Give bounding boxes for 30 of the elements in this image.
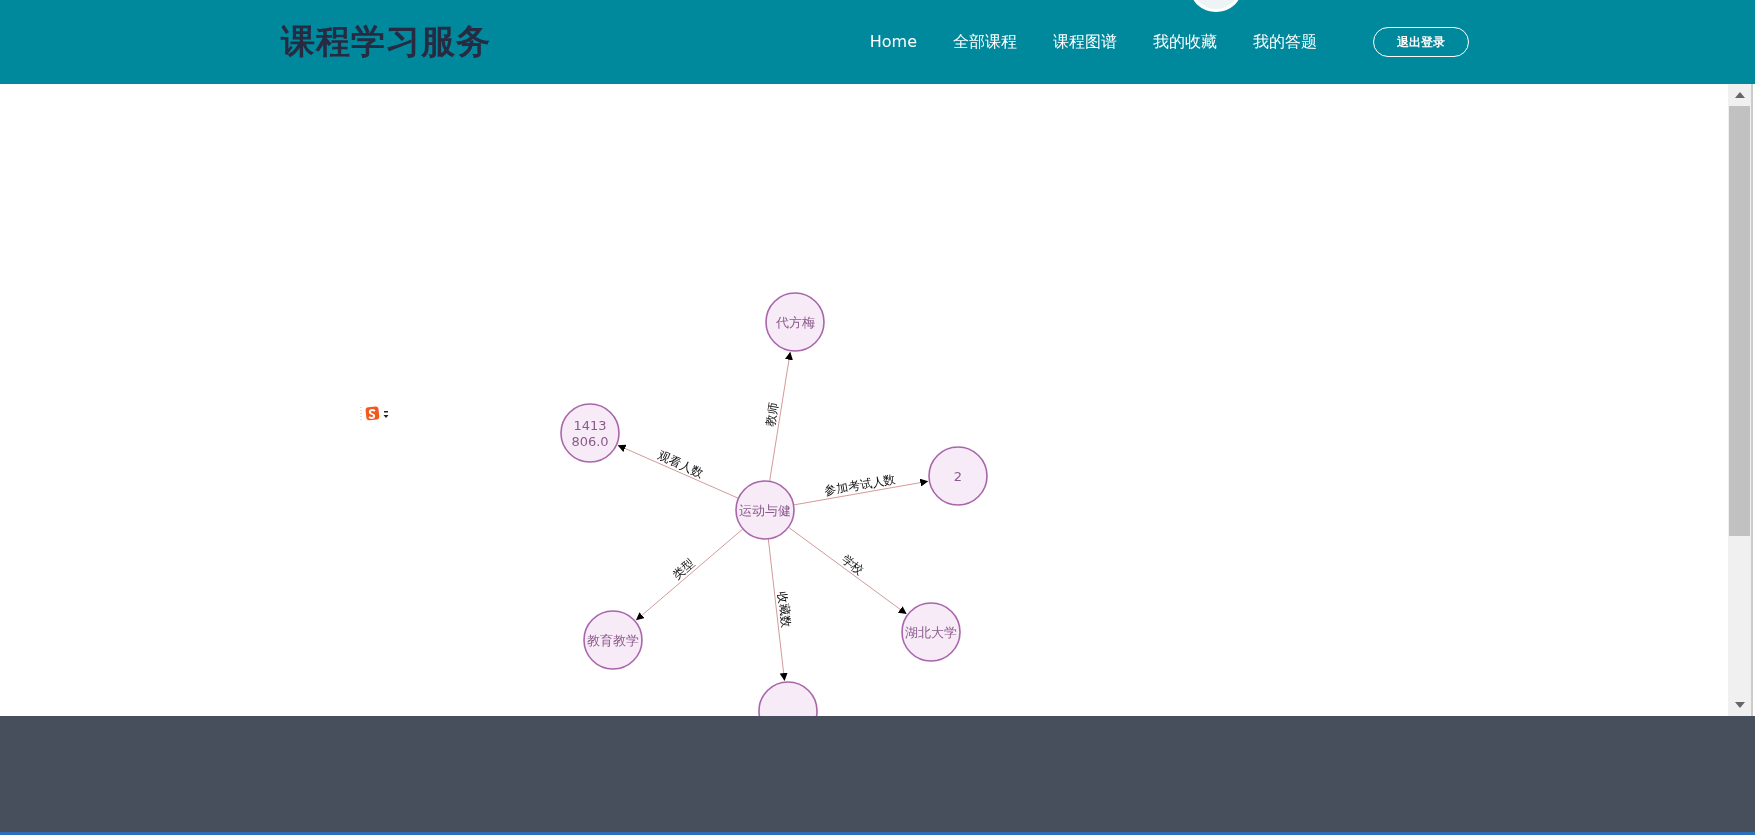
- edge-label: 教师: [763, 401, 781, 428]
- graph-node[interactable]: [583, 610, 643, 670]
- edge-label: 学校: [838, 551, 867, 578]
- input-method-icon[interactable]: [360, 406, 390, 422]
- node-label: 1413 806.0: [571, 418, 609, 449]
- node-label: 2: [953, 469, 963, 484]
- graph-node[interactable]: [901, 602, 961, 662]
- site-title: 课程学习服务: [281, 20, 491, 63]
- graph-node[interactable]: [928, 446, 988, 506]
- graph-node[interactable]: [735, 480, 795, 540]
- scroll-down-icon[interactable]: [1734, 702, 1745, 708]
- scrollbar[interactable]: [1728, 84, 1753, 716]
- graph-node[interactable]: [765, 292, 825, 352]
- scrollbar-thumb[interactable]: [1729, 106, 1750, 536]
- graph-node[interactable]: [560, 403, 620, 463]
- node-label: 教育教学: [587, 633, 639, 648]
- node-label: 运动与健: [739, 503, 791, 518]
- edge-label: 类型: [670, 555, 698, 583]
- node-label: 湖北大学: [905, 625, 957, 640]
- edge-label: 参加考试人数: [823, 472, 897, 499]
- nav-link[interactable]: Home: [869, 29, 917, 55]
- nav-link[interactable]: 我的收藏: [1153, 29, 1217, 55]
- nav-link[interactable]: 课程图谱: [1053, 29, 1117, 55]
- scroll-up-icon[interactable]: [1734, 92, 1745, 98]
- edge-label: 观看人数: [655, 448, 706, 481]
- graph-node[interactable]: [758, 681, 818, 716]
- nav-link[interactable]: 全部课程: [953, 29, 1017, 55]
- nav-link[interactable]: 我的答题: [1253, 29, 1317, 55]
- edge-label: 收藏数: [775, 590, 794, 629]
- node-label: 代方梅: [775, 315, 815, 330]
